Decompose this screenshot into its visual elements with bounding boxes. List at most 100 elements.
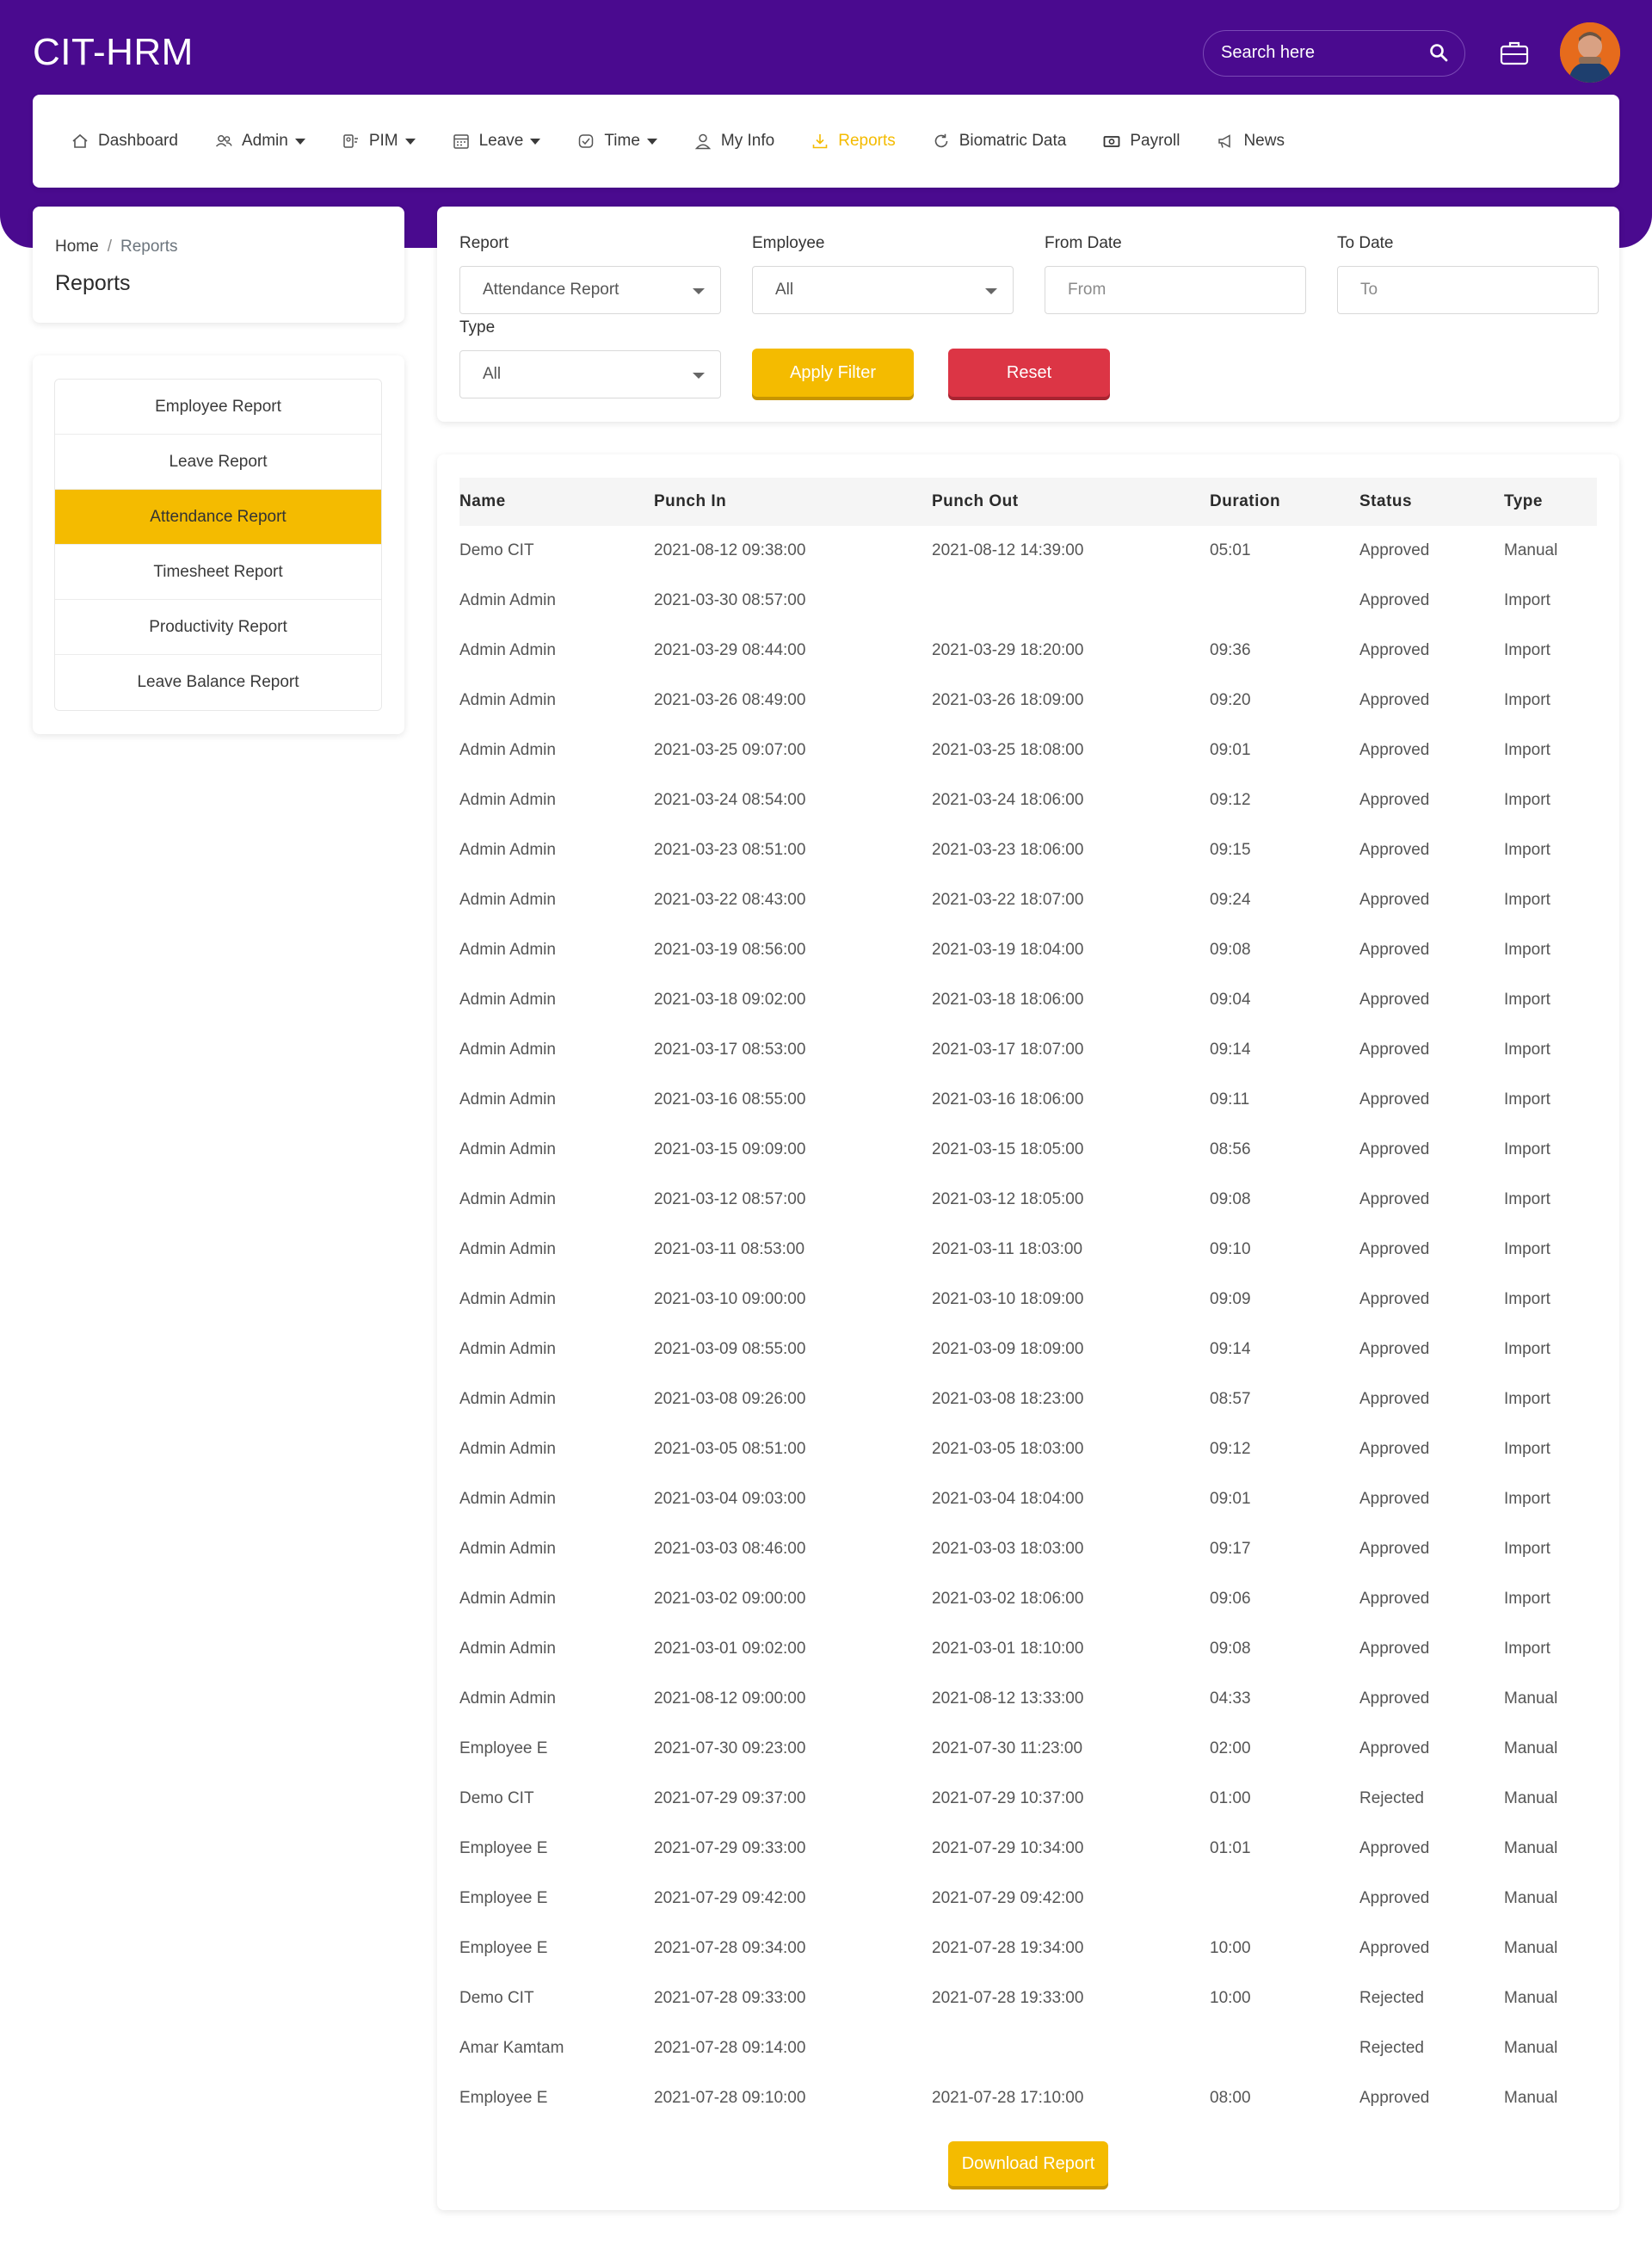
nav-biomatric-data[interactable]: Biomatric Data: [932, 132, 1066, 151]
type-label: Type: [459, 318, 496, 337]
cell-duration: 09:14: [1210, 1041, 1251, 1059]
cell-name: Admin Admin: [459, 741, 556, 759]
table-row: Admin Admin 2021-03-03 08:46:00 2021-03-03…: [459, 1524, 1597, 1574]
report-select[interactable]: Attendance Report: [459, 266, 721, 314]
nav-time-label: Time: [604, 132, 640, 150]
type-select-value: All: [483, 365, 502, 383]
cell-name: Employee E: [459, 2089, 548, 2107]
cell-status: Approved: [1359, 591, 1430, 609]
cell-status: Approved: [1359, 1290, 1430, 1308]
attendance-table-card: Name Punch In Punch Out Duration Status …: [437, 454, 1619, 2210]
briefcase-icon[interactable]: [1499, 38, 1530, 69]
nav-news[interactable]: News: [1216, 132, 1285, 151]
cell-punch-out: 2021-03-22 18:07:00: [932, 891, 1084, 909]
cell-punch-out: 2021-03-23 18:06:00: [932, 841, 1084, 859]
menu-item-productivity-report[interactable]: Productivity Report: [55, 600, 381, 655]
clock-icon: [579, 134, 594, 148]
cell-type: Manual: [1504, 1739, 1558, 1757]
search-icon[interactable]: [1428, 42, 1449, 63]
cell-duration: 09:06: [1210, 1590, 1251, 1608]
nav-time[interactable]: Time: [576, 132, 657, 151]
nav-admin[interactable]: Admin: [214, 132, 305, 151]
cell-duration: 09:04: [1210, 991, 1251, 1009]
download-report-button[interactable]: Download Report: [948, 2141, 1108, 2186]
cell-punch-out: 2021-03-05 18:03:00: [932, 1440, 1084, 1458]
nav-dashboard[interactable]: Dashboard: [71, 132, 178, 151]
cell-duration: 09:01: [1210, 1490, 1251, 1508]
search-box[interactable]: [1203, 30, 1465, 77]
cell-status: Approved: [1359, 1190, 1430, 1208]
nav-my-info[interactable]: My Info: [693, 132, 774, 151]
cell-name: Admin Admin: [459, 941, 556, 959]
table-row: Admin Admin 2021-08-12 09:00:00 2021-08-12…: [459, 1674, 1597, 1724]
cell-punch-out: 2021-03-08 18:23:00: [932, 1390, 1084, 1408]
cell-status: Approved: [1359, 891, 1430, 909]
type-select[interactable]: All: [459, 350, 721, 398]
table-row: Admin Admin 2021-03-01 09:02:00 2021-03-01…: [459, 1624, 1597, 1674]
apply-filter-button[interactable]: Apply Filter: [752, 349, 914, 397]
report-select-value: Attendance Report: [483, 281, 620, 299]
table-row: Amar Kamtam 2021-07-28 09:14:00 Rejected Ma…: [459, 2023, 1597, 2073]
cell-punch-in: 2021-03-12 08:57:00: [654, 1190, 806, 1208]
cell-punch-out: 2021-03-12 18:05:00: [932, 1190, 1084, 1208]
menu-item-leave-report[interactable]: Leave Report: [55, 435, 381, 490]
cell-status: Approved: [1359, 1390, 1430, 1408]
table-row: Admin Admin 2021-03-26 08:49:00 2021-03-26…: [459, 676, 1597, 726]
from-date-input[interactable]: [1045, 267, 1305, 313]
cell-name: Demo CIT: [459, 541, 534, 559]
cell-type: Manual: [1504, 2039, 1558, 2057]
breadcrumb-home-link[interactable]: Home: [55, 238, 99, 256]
cell-duration: 09:10: [1210, 1240, 1251, 1258]
menu-item-attendance-report[interactable]: Attendance Report: [55, 490, 381, 545]
cell-status: Approved: [1359, 541, 1430, 559]
attendance-table: Name Punch In Punch Out Duration Status …: [459, 478, 1597, 2123]
cell-duration: 09:01: [1210, 741, 1251, 759]
table-row: Employee E 2021-07-29 09:42:00 2021-07-29 …: [459, 1874, 1597, 1924]
cell-type: Import: [1504, 1540, 1550, 1558]
search-input[interactable]: [1221, 31, 1419, 74]
cell-name: Admin Admin: [459, 841, 556, 859]
table-row: Admin Admin 2021-03-30 08:57:00 Approved Im…: [459, 576, 1597, 626]
table-row: Admin Admin 2021-03-04 09:03:00 2021-03-04…: [459, 1474, 1597, 1524]
from-date-field[interactable]: [1045, 266, 1306, 314]
cell-duration: 09:08: [1210, 1190, 1251, 1208]
from-date-label: From Date: [1045, 234, 1122, 252]
cell-punch-out: 2021-08-12 13:33:00: [932, 1689, 1084, 1708]
cell-type: Import: [1504, 741, 1550, 759]
cell-punch-in: 2021-07-28 09:33:00: [654, 1989, 806, 2007]
reset-button[interactable]: Reset: [948, 349, 1110, 397]
nav-reports[interactable]: Reports: [811, 132, 896, 151]
nav-leave[interactable]: Leave: [452, 132, 541, 151]
cell-duration: 09:36: [1210, 641, 1251, 659]
cell-duration: 10:00: [1210, 1989, 1251, 2007]
cell-duration: 09:08: [1210, 941, 1251, 959]
app-title[interactable]: CIT-HRM: [33, 31, 194, 74]
nav-payroll-label: Payroll: [1130, 132, 1180, 150]
employee-select[interactable]: All: [752, 266, 1014, 314]
table-row: Employee E 2021-07-29 09:33:00 2021-07-29 …: [459, 1824, 1597, 1874]
menu-item-timesheet-report[interactable]: Timesheet Report: [55, 545, 381, 600]
menu-item-leave-balance-report[interactable]: Leave Balance Report: [55, 655, 381, 710]
nav-reports-label: Reports: [838, 132, 896, 150]
nav-payroll[interactable]: Payroll: [1102, 132, 1180, 151]
cell-duration: 01:00: [1210, 1789, 1251, 1807]
cell-type: Manual: [1504, 1889, 1558, 1907]
to-date-input[interactable]: [1338, 267, 1598, 313]
user-avatar[interactable]: [1560, 22, 1620, 83]
to-date-field[interactable]: [1337, 266, 1599, 314]
employee-label: Employee: [752, 234, 825, 252]
cell-punch-out: 2021-03-11 18:03:00: [932, 1240, 1083, 1258]
table-row: Admin Admin 2021-03-12 08:57:00 2021-03-12…: [459, 1175, 1597, 1225]
cell-duration: 09:15: [1210, 841, 1251, 859]
cell-name: Admin Admin: [459, 1640, 556, 1658]
nav-pim-label: PIM: [368, 132, 398, 150]
column-header-name: Name: [459, 492, 506, 510]
menu-item-employee-report[interactable]: Employee Report: [55, 380, 381, 435]
cell-punch-in: 2021-03-26 08:49:00: [654, 691, 806, 709]
cell-type: Import: [1504, 1041, 1550, 1059]
cell-punch-in: 2021-03-09 08:55:00: [654, 1340, 806, 1358]
nav-pim[interactable]: PIM: [342, 132, 416, 151]
cell-punch-out: 2021-03-02 18:06:00: [932, 1590, 1084, 1608]
cell-name: Admin Admin: [459, 1041, 556, 1059]
cell-name: Admin Admin: [459, 1689, 556, 1708]
